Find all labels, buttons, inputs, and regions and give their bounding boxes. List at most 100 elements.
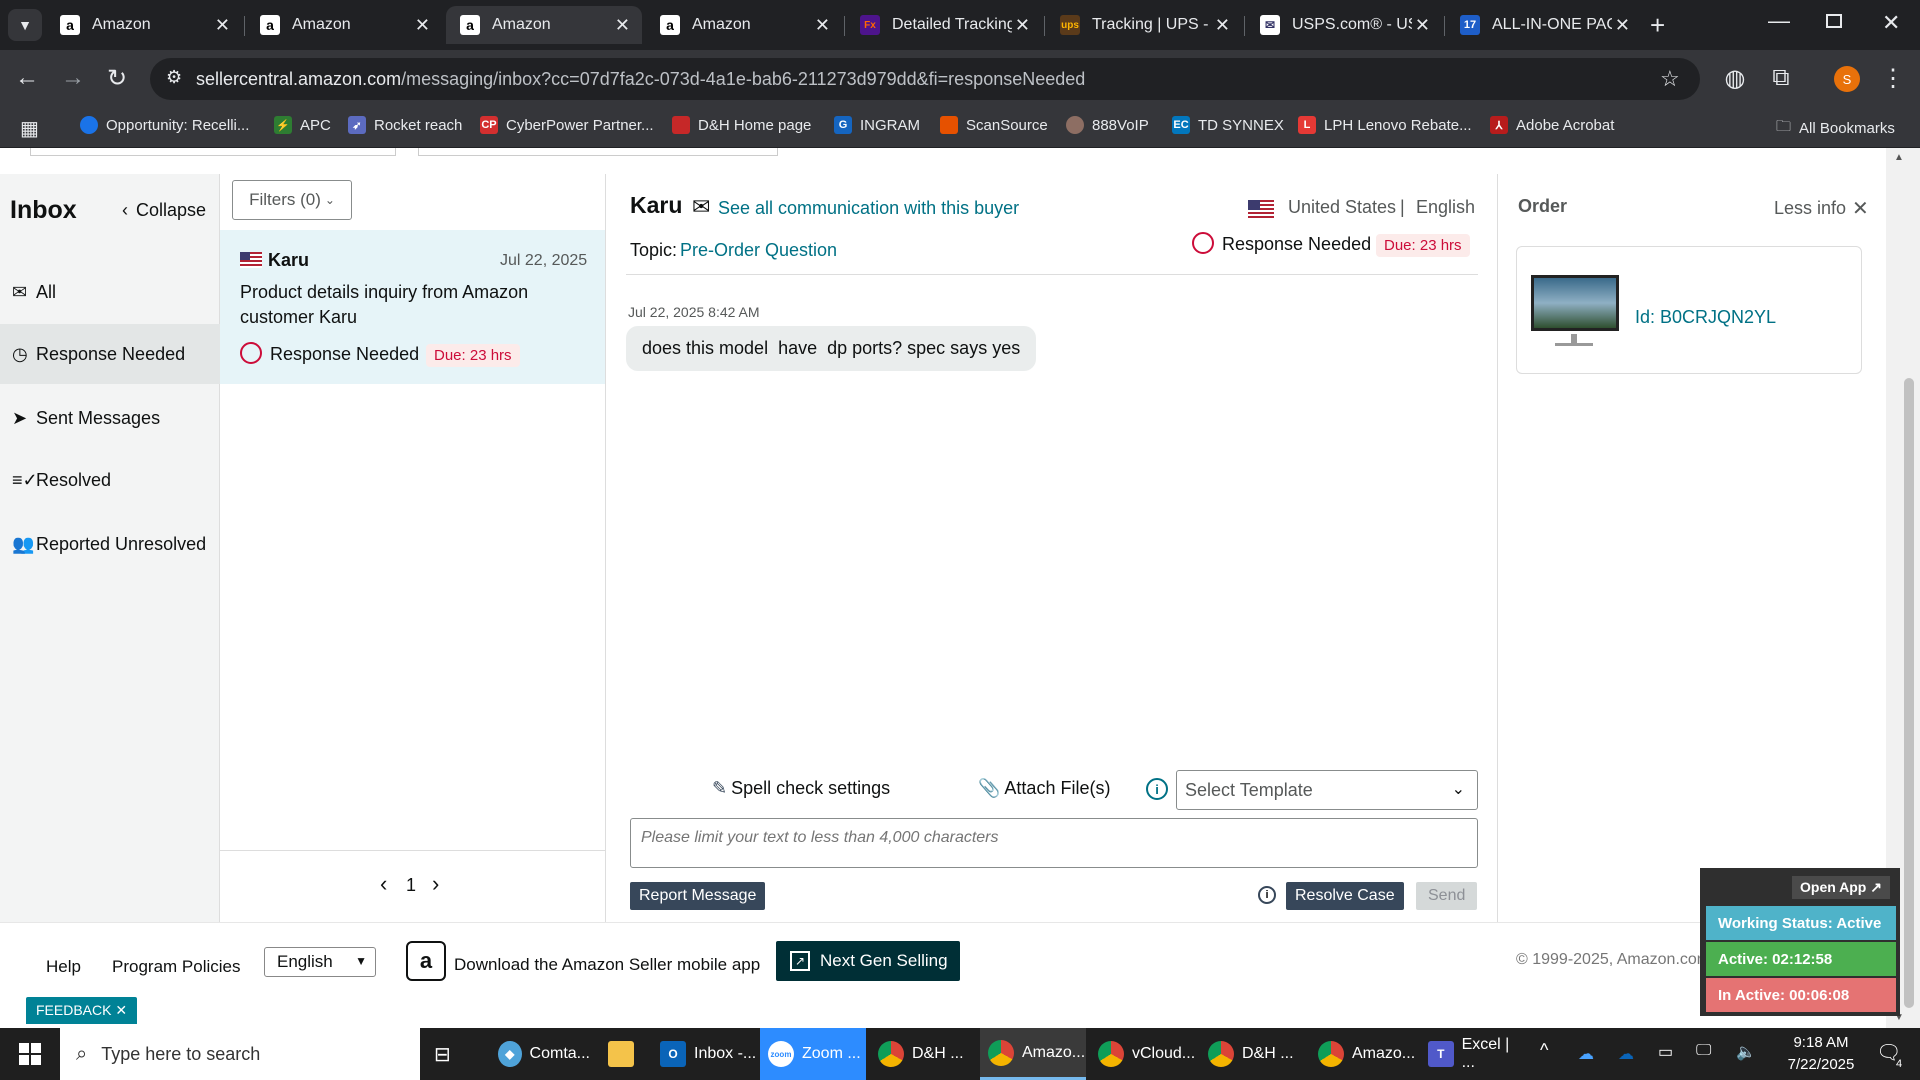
clock[interactable]: 9:18 AM 7/22/2025 <box>1776 1032 1866 1076</box>
info-icon[interactable]: i <box>1258 886 1276 904</box>
footer-policies-link[interactable]: Program Policies <box>112 957 241 977</box>
browser-tab[interactable]: ups Tracking | UPS - U ✕ <box>1046 6 1242 44</box>
close-icon[interactable]: ✕ <box>615 15 630 36</box>
collapse-button[interactable]: ‹ Collapse <box>122 200 206 221</box>
bookmark-item[interactable]: Opportunity: Recelli... <box>80 116 249 134</box>
info-icon[interactable]: i <box>1146 778 1168 800</box>
footer-help-link[interactable]: Help <box>46 957 81 977</box>
see-all-communication-link[interactable]: See all communication with this buyer <box>718 198 1019 219</box>
prev-page-icon[interactable]: ‹ <box>380 871 387 897</box>
browser-tab-active[interactable]: a Amazon ✕ <box>446 6 642 44</box>
bookmark-item[interactable]: EC TD SYNNEX <box>1172 116 1284 134</box>
close-icon[interactable]: ✕ <box>115 1002 127 1018</box>
send-button[interactable]: Send <box>1416 882 1478 910</box>
browser-tab[interactable]: a Amazon ✕ <box>646 6 842 44</box>
bookmark-item[interactable]: ⚡ APC <box>274 116 331 134</box>
nav-item-all[interactable]: ✉ All <box>0 262 220 322</box>
taskbar-search[interactable]: ⌕ Type here to search <box>60 1028 420 1080</box>
close-icon[interactable]: ✕ <box>815 15 830 36</box>
nav-item-reported-unresolved[interactable]: 👥 Reported Unresolved <box>0 514 220 574</box>
start-button[interactable] <box>0 1028 60 1080</box>
next-gen-selling-button[interactable]: ↗ Next Gen Selling <box>776 941 960 981</box>
nav-item-resolved[interactable]: ≡✓ Resolved <box>0 450 220 510</box>
browser-tab[interactable]: ✉ USPS.com® - US ✕ <box>1246 6 1442 44</box>
nav-item-response-needed[interactable]: ◷ Response Needed <box>0 324 220 384</box>
footer-app-download-link[interactable]: Download the Amazon Seller mobile app <box>454 955 760 975</box>
star-icon[interactable]: ☆ <box>1660 66 1680 92</box>
topic-value[interactable]: Pre-Order Question <box>680 240 837 261</box>
close-window-button[interactable]: ✕ <box>1882 10 1900 36</box>
address-bar[interactable]: ⚙ sellercentral.amazon.com/messaging/inb… <box>150 58 1700 100</box>
nav-item-sent-messages[interactable]: ➤ Sent Messages <box>0 388 220 448</box>
footer-language-select[interactable]: English ▼ <box>264 947 376 977</box>
browser-tab[interactable]: 17 ALL-IN-ONE PAC ✕ <box>1446 6 1642 44</box>
bookmark-item[interactable]: CP CyberPower Partner... <box>480 116 654 134</box>
reply-textarea[interactable] <box>630 818 1478 868</box>
report-message-button[interactable]: Report Message <box>630 882 766 910</box>
tab-search-button[interactable]: ▼ <box>8 9 42 41</box>
bookmark-item[interactable]: D&H Home page <box>672 116 811 134</box>
onedrive-icon[interactable]: ☁ <box>1578 1044 1594 1064</box>
filters-button[interactable]: Filters (0) ⌄ <box>232 180 352 220</box>
task-view-icon[interactable]: ⊟ <box>434 1042 451 1067</box>
taskbar-app[interactable]: zoom Zoom ... <box>760 1028 866 1080</box>
browser-tab[interactable]: a Amazon ✕ <box>246 6 442 44</box>
bookmark-item[interactable]: ⅄ Adobe Acrobat <box>1490 116 1614 134</box>
less-info-button[interactable]: Less info ✕ <box>1774 196 1869 221</box>
next-page-icon[interactable]: › <box>432 871 439 897</box>
close-icon[interactable]: ✕ <box>1615 15 1630 36</box>
bookmark-item[interactable]: ➶ Rocket reach <box>348 116 462 134</box>
extensions-icon[interactable]: ⧉ <box>1766 64 1796 92</box>
taskbar-app[interactable]: D&H ... <box>870 1028 976 1080</box>
browser-tab[interactable]: Fx Detailed Tracking ✕ <box>846 6 1042 44</box>
globe-icon[interactable]: ◍ <box>1720 64 1750 93</box>
bookmark-item[interactable]: ScanSource <box>940 116 1048 134</box>
minimize-button[interactable]: — <box>1768 8 1790 34</box>
apps-icon[interactable]: ▦ <box>20 116 39 141</box>
taskbar-app-active[interactable]: Amazo... <box>980 1028 1086 1080</box>
onedrive-business-icon[interactable]: ☁ <box>1618 1044 1634 1064</box>
product-id-link[interactable]: Id: B0CRJQN2YL <box>1635 307 1776 328</box>
resolve-case-button[interactable]: Resolve Case <box>1286 882 1404 910</box>
attach-files-button[interactable]: 📎 Attach File(s) <box>978 778 1110 799</box>
taskbar-app[interactable]: Amazo... <box>1310 1028 1416 1080</box>
restore-button[interactable] <box>1826 14 1842 28</box>
close-icon[interactable]: ✕ <box>415 15 430 36</box>
page-number[interactable]: 1 <box>406 875 416 896</box>
back-icon[interactable]: ← <box>12 64 42 92</box>
scrollbar-thumb[interactable] <box>1904 378 1914 1008</box>
close-icon[interactable]: ✕ <box>1015 15 1030 36</box>
battery-icon[interactable]: ▭ <box>1658 1042 1673 1062</box>
new-tab-button[interactable]: + <box>1650 10 1665 41</box>
close-icon[interactable]: ✕ <box>1415 15 1430 36</box>
forward-icon[interactable]: → <box>58 64 88 92</box>
browser-tab[interactable]: a Amazon ✕ <box>46 6 242 44</box>
open-app-button[interactable]: Open App ↗ <box>1792 876 1890 899</box>
all-bookmarks[interactable]: 🗀 All Bookmarks <box>1776 116 1895 141</box>
product-card[interactable]: Id: B0CRJQN2YL <box>1516 246 1862 374</box>
taskbar-app[interactable] <box>600 1028 646 1080</box>
message-list-item[interactable]: Karu Jul 22, 2025 Product details inquir… <box>220 230 605 384</box>
volume-icon[interactable]: 🔈 <box>1736 1042 1756 1062</box>
menu-icon[interactable]: ⋮ <box>1878 64 1908 93</box>
taskbar-app[interactable]: O Inbox -... <box>652 1028 758 1080</box>
taskbar-app[interactable]: D&H ... <box>1200 1028 1306 1080</box>
network-icon[interactable]: 🖵 <box>1696 1042 1711 1060</box>
reload-icon[interactable]: ↻ <box>102 64 132 93</box>
scroll-up-icon[interactable]: ▲ <box>1894 152 1904 163</box>
select-template-dropdown[interactable]: Select Template ⌄ <box>1176 770 1478 810</box>
us-flag-icon <box>1248 200 1274 218</box>
profile-avatar[interactable]: S <box>1834 66 1860 92</box>
feedback-button[interactable]: FEEDBACK ✕ <box>26 997 138 1024</box>
spell-check-settings-button[interactable]: ✎ Spell check settings <box>712 778 890 799</box>
bookmark-item[interactable]: G INGRAM <box>834 116 920 134</box>
taskbar-app[interactable]: T Excel | ... <box>1420 1028 1526 1080</box>
site-info-icon[interactable]: ⚙ <box>166 67 182 88</box>
bookmark-item[interactable]: 888VoIP <box>1066 116 1149 134</box>
taskbar-app[interactable]: ◆ Comta... <box>490 1028 590 1080</box>
show-hidden-icons[interactable]: ^ <box>1540 1040 1548 1061</box>
taskbar-app[interactable]: vCloud... <box>1090 1028 1196 1080</box>
close-icon[interactable]: ✕ <box>215 15 230 36</box>
bookmark-item[interactable]: L LPH Lenovo Rebate... <box>1298 116 1472 134</box>
close-icon[interactable]: ✕ <box>1215 15 1230 36</box>
